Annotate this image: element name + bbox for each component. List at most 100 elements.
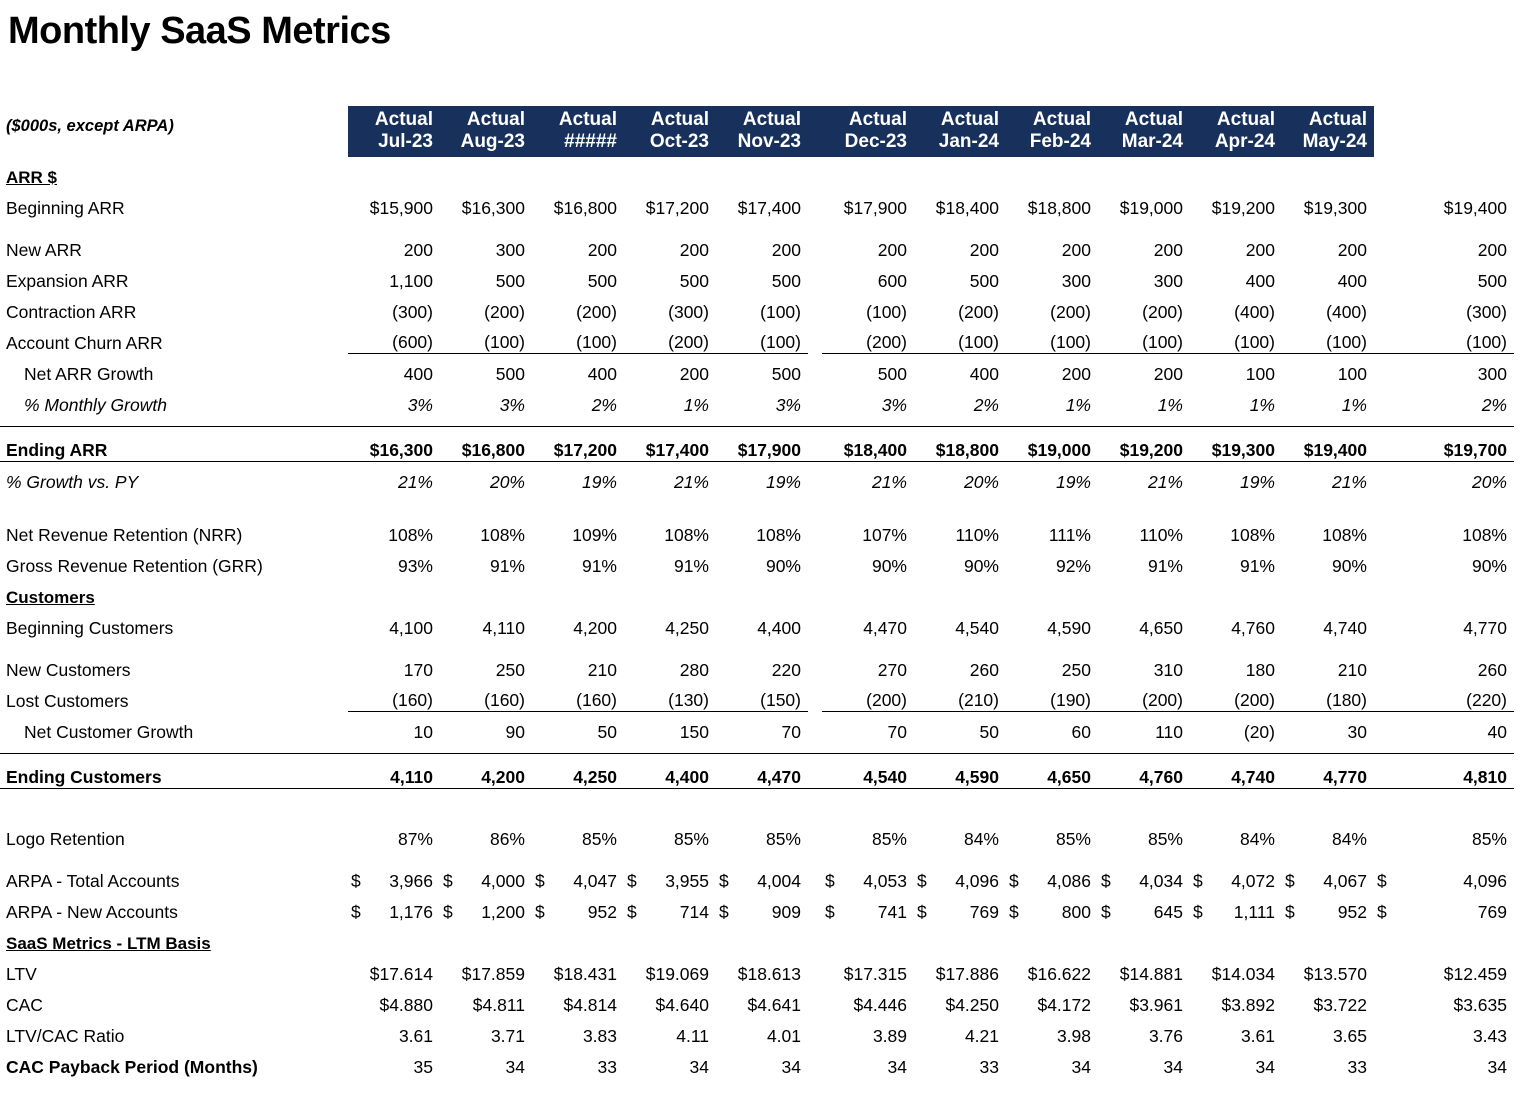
table-row-expansion-arr: Expansion ARR 1,100 500 500 500 500 600 …: [0, 261, 1514, 292]
cell-net-customer-growth-8: 60: [1071, 721, 1091, 742]
blank-cells: [348, 577, 1374, 608]
header-period-mar-24: Mar-24: [1098, 131, 1190, 157]
row-label-arpa-total-accounts: ARPA - Total Accounts: [6, 870, 180, 891]
cell-logo-retention-7: 84%: [963, 828, 999, 849]
cell-beginning-customers-11: 4,740: [1323, 617, 1367, 638]
cell-nrr-2: 108%: [480, 524, 525, 545]
cell-new-arr-6: 200: [877, 239, 907, 260]
table-row-pct-monthly-growth: % Monthly Growth 3% 3% 2% 1% 3% 3% 2% 1%…: [0, 385, 1514, 416]
cell-pct-monthly-growth-8: 1%: [1065, 394, 1091, 415]
currency-symbol: $: [443, 870, 453, 891]
cell-contraction-arr-3: (200): [576, 301, 617, 322]
table-row-arpa-total-accounts: ARPA - Total Accounts $3,966 $4,000 $4,0…: [0, 861, 1514, 892]
header-scenario-2: Actual: [440, 106, 532, 132]
cell-beginning-arr-11: $19,300: [1303, 197, 1367, 218]
cell-ltv-cac-9: 3.76: [1148, 1025, 1183, 1046]
cell-account-churn-arr-11: (100): [1282, 322, 1374, 355]
cell-ending-arr-1: $16,300: [348, 426, 440, 463]
gap-cell: [808, 819, 822, 850]
cell-grr-7: 90%: [963, 555, 999, 576]
cell-pct-monthly-growth-7: 2%: [973, 394, 999, 415]
cell-nrr-6: 107%: [862, 524, 907, 545]
cell-new-customers-12: 260: [1477, 659, 1507, 680]
gap-cell: [808, 892, 822, 923]
gap-cell: [808, 681, 822, 712]
cell-beginning-arr-9: $19,000: [1119, 197, 1183, 218]
cell-pct-growth-vs-py-11: 21%: [1331, 471, 1367, 492]
cell-logo-retention-6: 85%: [871, 828, 907, 849]
value: 1,111: [1233, 901, 1275, 922]
cell-ltv-11: $13.570: [1303, 963, 1367, 984]
cell-pct-monthly-growth-10: 1%: [1249, 394, 1275, 415]
value: 714: [679, 901, 709, 922]
cell-cac-payback-1: 35: [413, 1056, 433, 1077]
row-label-account-churn-arr: Account Churn ARR: [6, 332, 163, 353]
value: 645: [1153, 901, 1183, 922]
currency-symbol: $: [627, 870, 637, 891]
cell-ending-customers-10: 4,740: [1190, 753, 1282, 790]
cell-new-arr-12: 200: [1477, 239, 1507, 260]
cell-account-churn-arr-9: (100): [1098, 322, 1190, 355]
cell-new-arr-7: 200: [969, 239, 999, 260]
cell-cac-payback-7: 33: [979, 1056, 999, 1077]
gap-cell: [808, 985, 822, 1016]
cell-pct-growth-vs-py-12: 20%: [1471, 471, 1507, 492]
currency-symbol: $: [825, 901, 835, 922]
cell-net-customer-growth-3: 50: [597, 721, 617, 742]
cell-cac-9: $3.961: [1129, 994, 1183, 1015]
cell-ltv-cac-10: 3.61: [1240, 1025, 1275, 1046]
row-label-nrr: Net Revenue Retention (NRR): [6, 524, 243, 545]
table-row-beginning-arr: Beginning ARR $15,900 $16,300 $16,800 $1…: [0, 188, 1514, 219]
cell-logo-retention-2: 86%: [489, 828, 525, 849]
row-label-arpa-new-accounts: ARPA - New Accounts: [6, 901, 178, 922]
cell-new-arr-10: 200: [1245, 239, 1275, 260]
cell-ending-customers-12: 4,810: [1374, 753, 1514, 790]
cell-lost-customers-6: (200): [822, 680, 914, 713]
row-label-beginning-arr: Beginning ARR: [6, 197, 125, 218]
cell-cac-4: $4.640: [655, 994, 709, 1015]
header-corner: [0, 106, 348, 131]
cell-beginning-arr-2: $16,300: [461, 197, 525, 218]
cell-expansion-arr-2: 500: [495, 270, 525, 291]
cell-account-churn-arr-7: (100): [914, 322, 1006, 355]
table-row-logo-retention: Logo Retention 87% 86% 85% 85% 85% 85% 8…: [0, 819, 1514, 850]
value: 4,047: [573, 870, 617, 891]
cell-net-arr-growth-11: 100: [1337, 363, 1367, 384]
value: 4,034: [1139, 870, 1183, 891]
cell-cac-1: $4.880: [379, 994, 433, 1015]
cell-beginning-customers-7: 4,540: [955, 617, 999, 638]
section-heading-row-arr: ARR $: [0, 157, 1514, 188]
cell-beginning-arr-10: $19,200: [1211, 197, 1275, 218]
cell-logo-retention-8: 85%: [1055, 828, 1091, 849]
currency-symbol: $: [719, 870, 729, 891]
cell-pct-growth-vs-py-2: 20%: [489, 471, 525, 492]
cell-grr-5: 90%: [765, 555, 801, 576]
cell-pct-growth-vs-py-6: 21%: [871, 471, 907, 492]
value: 800: [1061, 901, 1091, 922]
currency-symbol: $: [719, 901, 729, 922]
cell-pct-growth-vs-py-5: 19%: [765, 471, 801, 492]
cell-lost-customers-7: (210): [914, 680, 1006, 713]
cell-contraction-arr-6: (100): [866, 301, 907, 322]
cell-ltv-cac-3: 3.83: [582, 1025, 617, 1046]
cell-pct-monthly-growth-3: 2%: [591, 394, 617, 415]
cell-lost-customers-1: (160): [348, 680, 440, 713]
cell-cac-6: $4.446: [853, 994, 907, 1015]
section-heading-customers: Customers: [6, 587, 95, 607]
section-heading-row-ltm: SaaS Metrics - LTM Basis: [0, 923, 1514, 954]
cell-ltv-cac-2: 3.71: [490, 1025, 525, 1046]
cell-pct-growth-vs-py-8: 19%: [1055, 471, 1091, 492]
cell-arpa-total-8: $4,086: [1006, 861, 1098, 892]
header-period-nov-23: Nov-23: [716, 131, 808, 157]
currency-symbol: $: [917, 870, 927, 891]
cell-net-customer-growth-1: 10: [413, 721, 433, 742]
header-scenario-11: Actual: [1282, 106, 1374, 132]
header-period-oct-23: Oct-23: [624, 131, 716, 157]
cell-cac-payback-4: 34: [689, 1056, 709, 1077]
cell-lost-customers-12: (220): [1374, 680, 1514, 713]
currency-symbol: $: [351, 870, 361, 891]
cell-expansion-arr-3: 500: [587, 270, 617, 291]
table-row-cac: CAC $4.880 $4.811 $4.814 $4.640 $4.641 $…: [0, 985, 1514, 1016]
header-scenario-3: Actual: [532, 106, 624, 132]
cell-cac-12: $3.635: [1453, 994, 1507, 1015]
